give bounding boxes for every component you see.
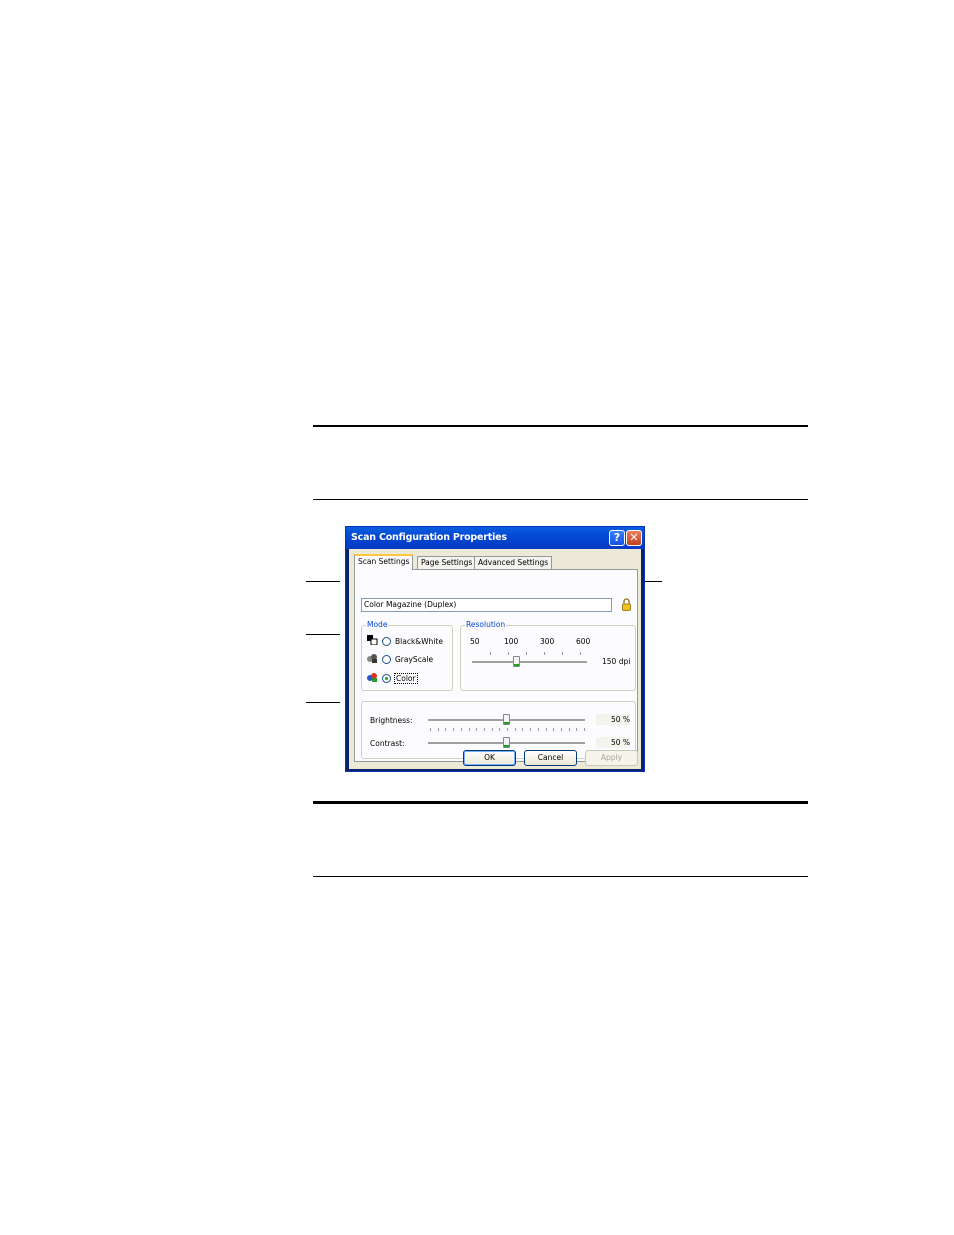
resolution-tick-100: 100 bbox=[504, 637, 519, 646]
slider-tick-mark bbox=[576, 728, 578, 731]
config-name-field[interactable]: Color Magazine (Duplex) bbox=[361, 598, 612, 612]
callout-line-mode bbox=[306, 634, 340, 635]
black-white-icon bbox=[367, 635, 378, 645]
brightness-slider-thumb[interactable] bbox=[503, 714, 510, 725]
color-icon bbox=[367, 673, 377, 682]
top-rule-1 bbox=[313, 425, 808, 427]
resolution-group: Resolution 50 100 300 600 150 dpi bbox=[460, 620, 636, 691]
resolution-slider-track[interactable] bbox=[472, 661, 587, 664]
slider-tick-mark bbox=[507, 728, 508, 731]
contrast-slider-thumb[interactable] bbox=[503, 737, 510, 748]
slider-tick-mark bbox=[460, 728, 462, 731]
bottom-rule-1 bbox=[313, 801, 808, 804]
ok-button[interactable]: OK bbox=[463, 750, 516, 766]
resolution-slider-thumb[interactable] bbox=[513, 656, 520, 667]
slider-tick-mark bbox=[553, 728, 555, 731]
brightness-label: Brightness: bbox=[370, 716, 413, 725]
tab-page-settings[interactable]: Page Settings bbox=[417, 556, 477, 569]
resolution-group-label: Resolution bbox=[465, 620, 507, 629]
dialog-body: Scan Settings Page Settings Advanced Set… bbox=[349, 549, 641, 769]
resolution-tick-50: 50 bbox=[470, 637, 480, 646]
slider-tick-mark bbox=[522, 728, 524, 731]
resolution-tick-mark bbox=[562, 652, 563, 655]
tab-advanced-settings[interactable]: Advanced Settings bbox=[474, 556, 553, 569]
radio-grayscale[interactable] bbox=[382, 655, 391, 664]
slider-tick-mark bbox=[430, 728, 431, 731]
scan-settings-panel: Color Magazine (Duplex) Mode Black&White… bbox=[354, 569, 638, 762]
top-rule-2 bbox=[313, 499, 808, 500]
resolution-tick-600: 600 bbox=[576, 637, 591, 646]
slider-tick-mark bbox=[560, 728, 562, 731]
slider-tick-mark bbox=[568, 728, 570, 731]
resolution-tick-mark bbox=[526, 652, 527, 655]
slider-tick-mark bbox=[537, 728, 539, 731]
radio-color[interactable] bbox=[382, 674, 391, 683]
radio-label-grayscale[interactable]: GrayScale bbox=[395, 655, 433, 664]
slider-tick-mark bbox=[499, 728, 501, 731]
contrast-value: 50 % bbox=[596, 737, 630, 748]
resolution-tick-300: 300 bbox=[540, 637, 555, 646]
callout-line-config bbox=[306, 581, 340, 582]
radio-black-white[interactable] bbox=[382, 637, 391, 646]
radio-label-black-white[interactable]: Black&White bbox=[395, 637, 443, 646]
radio-label-color[interactable]: Color bbox=[394, 673, 418, 684]
slider-tick-mark bbox=[468, 728, 470, 731]
slider-tick-mark bbox=[437, 728, 439, 731]
scan-configuration-dialog: Scan Configuration Properties ? ✕ Scan S… bbox=[345, 526, 645, 772]
callout-line-brightness bbox=[306, 702, 340, 703]
grayscale-icon bbox=[367, 654, 377, 663]
slider-tick-mark bbox=[514, 728, 516, 731]
slider-tick-mark bbox=[584, 728, 585, 731]
slider-tick-mark bbox=[445, 728, 447, 731]
mode-group-label: Mode bbox=[366, 620, 389, 629]
resolution-tick-mark bbox=[508, 652, 509, 655]
slider-tick-mark bbox=[476, 728, 478, 731]
resolution-tick-mark bbox=[580, 652, 581, 655]
contrast-label: Contrast: bbox=[370, 739, 405, 748]
resolution-tick-mark bbox=[490, 652, 491, 655]
title-bar[interactable]: Scan Configuration Properties ? ✕ bbox=[346, 527, 644, 549]
cancel-button[interactable]: Cancel bbox=[524, 750, 577, 766]
slider-tick-mark bbox=[491, 728, 493, 731]
mode-group: Mode Black&White GrayScale Color bbox=[361, 620, 453, 691]
resolution-value: 150 dpi bbox=[602, 657, 631, 666]
help-button[interactable]: ? bbox=[609, 530, 625, 546]
apply-button[interactable]: Apply bbox=[585, 750, 638, 766]
brightness-value: 50 % bbox=[596, 714, 630, 725]
resolution-tick-mark bbox=[544, 652, 545, 655]
window-title: Scan Configuration Properties bbox=[351, 532, 507, 543]
tab-scan-settings[interactable]: Scan Settings bbox=[354, 554, 414, 570]
lock-icon[interactable] bbox=[622, 598, 631, 611]
slider-tick-mark bbox=[453, 728, 455, 731]
close-button[interactable]: ✕ bbox=[626, 530, 642, 546]
slider-tick-mark bbox=[545, 728, 547, 731]
slider-tick-mark bbox=[530, 728, 532, 731]
bottom-rule-2 bbox=[313, 876, 808, 877]
slider-tick-mark bbox=[483, 728, 485, 731]
